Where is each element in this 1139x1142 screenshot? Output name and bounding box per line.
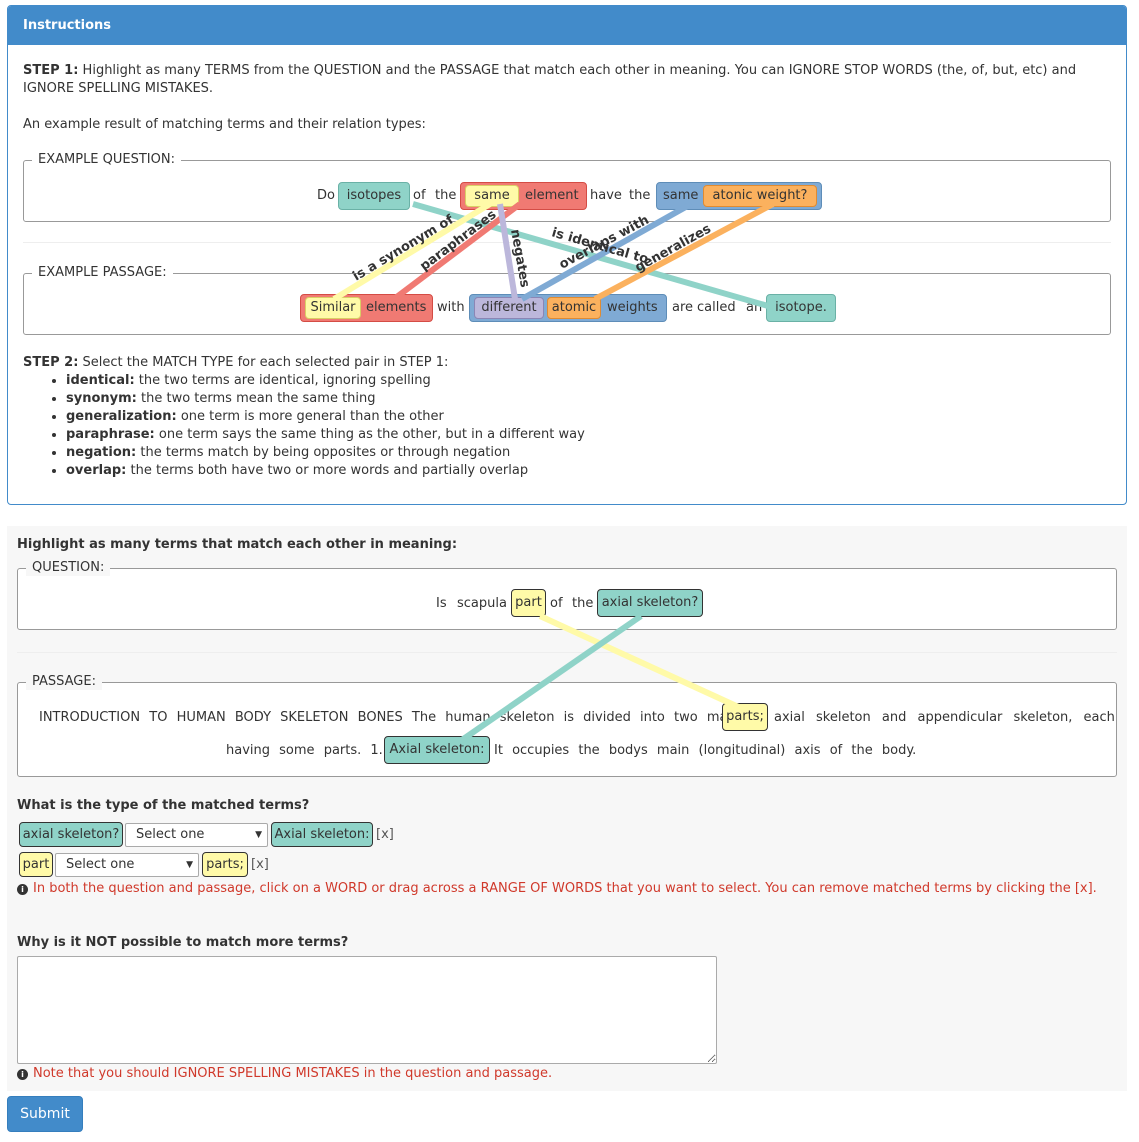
type-name: paraphrase: xyxy=(66,427,155,442)
task-relation-lines xyxy=(457,613,747,745)
task-panel: Highlight as many terms that match each … xyxy=(7,526,1127,1091)
type-name: overlap: xyxy=(66,463,127,478)
match-type-select[interactable]: Select one ▼ xyxy=(125,823,268,847)
match-passage-term: Axial skeleton: xyxy=(271,822,373,847)
select-value: Select one xyxy=(66,857,135,872)
match-type-item: paraphrase: one term says the same thing… xyxy=(66,426,585,444)
match-type-select[interactable]: Select one ▼ xyxy=(55,853,199,877)
match-type-item: identical: the two terms are identical, … xyxy=(66,372,585,390)
match-type-list: identical: the two terms are identical, … xyxy=(48,372,585,480)
step2-body: Select the MATCH TYPE for each selected … xyxy=(78,355,449,370)
info-icon: i xyxy=(17,1069,28,1080)
type-name: synonym: xyxy=(66,391,137,406)
type-name: generalization: xyxy=(66,409,177,424)
type-desc: one term is more general than the other xyxy=(176,409,444,424)
help-text-body: In both the question and passage, click … xyxy=(33,881,1097,896)
remove-match-button[interactable]: [x] xyxy=(376,827,394,842)
note-text-body: Note that you should IGNORE SPELLING MIS… xyxy=(33,1066,553,1081)
dropdown-arrow-icon: ▼ xyxy=(255,830,262,840)
note-text: i Note that you should IGNORE SPELLING MI… xyxy=(17,1065,1117,1083)
match-type-item: generalization: one term is more general… xyxy=(66,408,585,426)
type-desc: the terms match by being opposites or th… xyxy=(136,445,511,460)
why-textarea[interactable] xyxy=(17,956,717,1064)
type-desc: the terms both have two or more words an… xyxy=(126,463,529,478)
match-type-item: negation: the terms match by being oppos… xyxy=(66,444,585,462)
type-desc: the two terms are identical, ignoring sp… xyxy=(134,373,431,388)
help-text: i In both the question and passage, click… xyxy=(17,880,1117,898)
match-question-term: axial skeleton? xyxy=(19,822,123,847)
match-question-term: part xyxy=(19,852,53,877)
match-type-item: overlap: the terms both have two or more… xyxy=(66,462,585,480)
select-value: Select one xyxy=(136,827,205,842)
type-name: negation: xyxy=(66,445,137,460)
dropdown-arrow-icon: ▼ xyxy=(186,860,193,870)
why-title: Why is it NOT possible to match more ter… xyxy=(17,935,349,950)
info-icon: i xyxy=(17,884,28,895)
match-type-title: What is the type of the matched terms? xyxy=(17,798,310,813)
match-passage-term: parts; xyxy=(202,852,248,877)
step2-label: STEP 2: xyxy=(23,355,79,370)
type-name: identical: xyxy=(66,373,135,388)
remove-match-button[interactable]: [x] xyxy=(251,857,269,872)
instructions-panel: Instructions STEP 1: Highlight as many T… xyxy=(7,5,1127,505)
match-type-item: synonym: the two terms mean the same thi… xyxy=(66,390,585,408)
type-desc: the two terms mean the same thing xyxy=(136,391,376,406)
submit-button[interactable]: Submit xyxy=(7,1096,83,1132)
type-desc: one term says the same thing as the othe… xyxy=(154,427,585,442)
step2-text: STEP 2: Select the MATCH TYPE for each s… xyxy=(23,354,1113,372)
line-axial-skeleton xyxy=(457,613,643,745)
